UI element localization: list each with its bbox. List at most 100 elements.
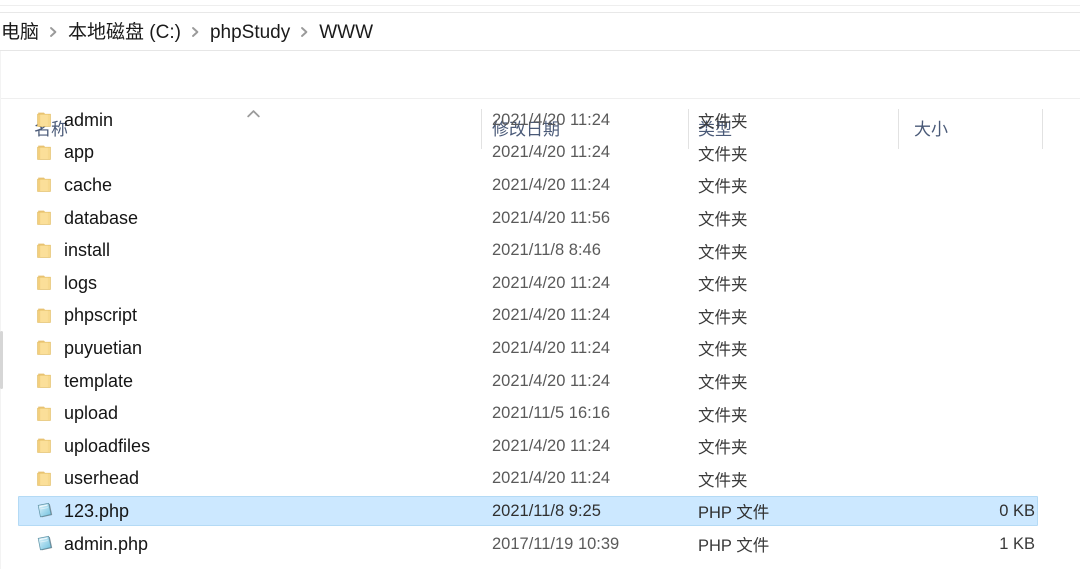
row-size [898, 234, 1035, 267]
folder-icon [36, 111, 56, 129]
table-row[interactable]: 123.php 2021/11/8 9:25 PHP 文件 0 KB [0, 495, 1080, 528]
row-icon [36, 137, 56, 170]
folder-icon [36, 176, 56, 194]
row-name[interactable]: cache [64, 169, 112, 202]
row-name[interactable]: database [64, 202, 138, 235]
row-date-modified: 2021/4/20 11:24 [492, 175, 611, 194]
row-name[interactable]: puyuetian [64, 332, 142, 365]
breadcrumb[interactable]: 电脑 本地磁盘 (C:) phpStudy WWW [0, 16, 1080, 50]
file-list[interactable]: admin 2021/4/20 11:24 文件夹 app 2021/4/20 11:2… [0, 104, 1080, 569]
folder-icon [36, 144, 56, 162]
row-type: 文件夹 [698, 439, 748, 458]
breadcrumb-item[interactable]: phpStudy [209, 22, 291, 44]
row-date-modified: 2021/4/20 11:24 [492, 469, 611, 488]
column-header-row: 名称 修改日期 类型 大小 [0, 51, 1080, 149]
row-type: 文件夹 [698, 113, 748, 132]
row-icon [36, 397, 56, 430]
folder-icon [36, 437, 56, 455]
table-row[interactable]: userhead 2021/4/20 11:24 文件夹 [0, 463, 1080, 496]
folder-icon [36, 405, 56, 423]
row-date-modified: 2021/11/5 16:16 [492, 404, 611, 423]
row-size [898, 104, 1035, 137]
file-explorer-window: 电脑 本地磁盘 (C:) phpStudy WWW 名称 修改日期 类型 大小 adm… [0, 0, 1080, 569]
row-date-modified: 2021/4/20 11:24 [492, 436, 611, 455]
table-row[interactable]: app 2021/4/20 11:24 文件夹 [0, 137, 1080, 170]
ribbon-bottom-rule [0, 5, 1080, 6]
row-type: 文件夹 [698, 374, 748, 393]
row-date-modified: 2021/4/20 11:24 [492, 143, 611, 162]
column-header-underline [0, 98, 1080, 99]
row-icon [36, 234, 56, 267]
row-type: 文件夹 [698, 178, 748, 197]
row-icon [36, 300, 56, 333]
row-type: 文件夹 [698, 276, 748, 295]
breadcrumb-item[interactable]: 本地磁盘 (C:) [67, 22, 182, 44]
row-icon [36, 202, 56, 235]
row-type: 文件夹 [698, 243, 748, 262]
folder-icon [36, 242, 56, 260]
table-row[interactable]: admin.php 2017/11/19 10:39 PHP 文件 1 KB [0, 528, 1080, 561]
table-row[interactable]: admin 2021/4/20 11:24 文件夹 [0, 104, 1080, 137]
folder-icon [36, 307, 56, 325]
folder-icon [36, 339, 56, 357]
folder-icon [36, 470, 56, 488]
row-size [898, 300, 1035, 333]
row-size [898, 332, 1035, 365]
table-row[interactable]: database 2021/4/20 11:56 文件夹 [0, 202, 1080, 235]
breadcrumb-item[interactable]: WWW [318, 22, 374, 44]
table-row[interactable]: puyuetian 2021/4/20 11:24 文件夹 [0, 332, 1080, 365]
row-name[interactable]: template [64, 365, 133, 398]
row-icon [36, 332, 56, 365]
row-name[interactable]: logs [64, 267, 97, 300]
table-row[interactable]: template 2021/4/20 11:24 文件夹 [0, 365, 1080, 398]
row-date-modified: 2021/4/20 11:24 [492, 110, 611, 129]
table-row[interactable]: phpscript 2021/4/20 11:24 文件夹 [0, 300, 1080, 333]
row-name[interactable]: phpscript [64, 300, 137, 333]
row-date-modified: 2021/4/20 11:24 [492, 338, 611, 357]
folder-icon [36, 274, 56, 292]
row-icon [36, 267, 56, 300]
row-type: 文件夹 [698, 145, 748, 164]
row-date-modified: 2021/11/8 8:46 [492, 241, 601, 260]
chevron-right-icon[interactable] [191, 26, 200, 38]
breadcrumb-item[interactable]: 电脑 [0, 22, 40, 44]
row-type: PHP 文件 [698, 504, 770, 523]
row-icon [36, 495, 56, 528]
row-size [898, 365, 1035, 398]
row-date-modified: 2021/4/20 11:24 [492, 273, 611, 292]
row-name[interactable]: uploadfiles [64, 430, 150, 463]
row-size [898, 267, 1035, 300]
row-name[interactable]: userhead [64, 463, 139, 496]
row-name[interactable]: 123.php [64, 495, 129, 528]
row-size: 0 KB [999, 501, 1035, 520]
toolbar-bottom-rule [0, 12, 1080, 13]
row-size [898, 137, 1035, 170]
table-row[interactable]: cache 2021/4/20 11:24 文件夹 [0, 169, 1080, 202]
row-date-modified: 2021/4/20 11:56 [492, 208, 611, 227]
chevron-right-icon[interactable] [49, 26, 58, 38]
row-name[interactable]: admin.php [64, 528, 148, 561]
row-name[interactable]: upload [64, 397, 118, 430]
row-date-modified: 2017/11/19 10:39 [492, 534, 620, 553]
row-date-modified: 2021/11/8 9:25 [492, 501, 601, 520]
row-size [898, 463, 1035, 496]
table-row[interactable]: logs 2021/4/20 11:24 文件夹 [0, 267, 1080, 300]
row-size [898, 430, 1035, 463]
row-name[interactable]: admin [64, 104, 113, 137]
row-size [898, 169, 1035, 202]
chevron-right-icon[interactable] [300, 26, 309, 38]
row-type: 文件夹 [698, 308, 748, 327]
table-row[interactable]: install 2021/11/8 8:46 文件夹 [0, 234, 1080, 267]
folder-icon [36, 372, 56, 390]
row-size: 1 KB [999, 534, 1035, 553]
table-row[interactable]: upload 2021/11/5 16:16 文件夹 [0, 397, 1080, 430]
row-icon [36, 104, 56, 137]
row-name[interactable]: app [64, 137, 94, 170]
row-icon [36, 169, 56, 202]
row-type: PHP 文件 [698, 537, 770, 556]
php-file-icon [36, 502, 56, 520]
row-name[interactable]: install [64, 234, 110, 267]
row-icon [36, 528, 56, 561]
row-icon [36, 463, 56, 496]
table-row[interactable]: uploadfiles 2021/4/20 11:24 文件夹 [0, 430, 1080, 463]
